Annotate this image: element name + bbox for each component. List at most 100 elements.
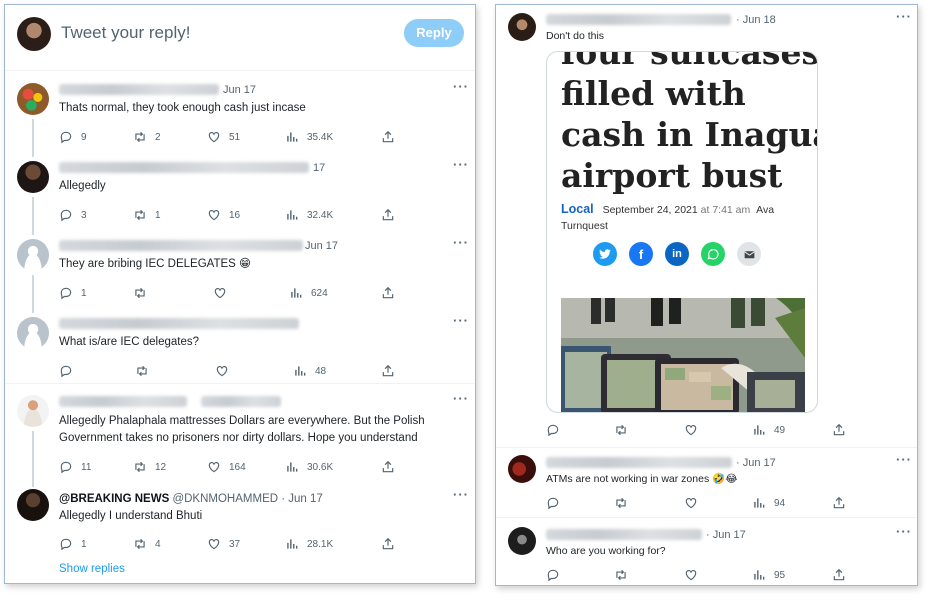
reply-action[interactable] [546,495,568,511]
more-icon[interactable]: ··· [453,391,469,406]
tweet-text: ATMs are not working in war zones 🤣😂 [546,473,738,485]
reply-action[interactable] [546,422,568,438]
avatar[interactable] [508,455,536,483]
tweet-actions: 11 12 164 30.6K [5,459,475,475]
reply-tweet[interactable]: ··· What is/are IEC delegates? 48 [5,311,475,383]
article-byline: Local September 24, 2021 at 7:41 am Ava [561,202,774,216]
like-action[interactable]: 164 [207,459,246,475]
views-action[interactable]: 94 [752,495,785,511]
like-action[interactable] [684,567,706,583]
reply-action[interactable]: 11 [59,459,91,475]
more-icon[interactable]: ··· [453,235,469,250]
views-icon [291,288,302,298]
views-action[interactable]: 35.4K [285,129,333,145]
avatar[interactable] [17,161,49,193]
retweet-action[interactable]: 12 [133,459,166,475]
reply-tweet[interactable]: 17 ··· Allegedly 3 1 16 32.4K [5,155,475,235]
more-icon[interactable]: ··· [453,157,469,172]
retweet-action[interactable] [614,422,636,438]
main-tweet[interactable]: · Jun 18 ··· Don't do this four suitcase… [496,5,917,445]
display-name[interactable]: @BREAKING NEWS [59,493,169,505]
views-action[interactable]: 49 [752,422,785,438]
more-icon[interactable]: ··· [896,452,912,467]
more-icon[interactable]: ··· [453,313,469,328]
retweet-action[interactable]: 1 [133,207,161,223]
retweet-icon [616,569,626,581]
more-icon[interactable]: ··· [453,487,469,502]
reply-tweet[interactable]: ··· Allegedly Phalaphala mattresses Doll… [5,389,475,487]
retweet-action[interactable] [614,495,636,511]
article-author: Ava [756,204,775,216]
share-action[interactable] [381,459,395,475]
like-action[interactable] [684,422,706,438]
share-action[interactable] [381,285,395,301]
tweet-date: · Jun 17 [706,529,746,541]
avatar[interactable] [508,13,536,41]
retweet-action[interactable]: 2 [133,129,161,145]
share-action[interactable] [381,536,395,552]
share-action[interactable] [381,207,395,223]
reply-action[interactable]: 1 [59,536,87,552]
reply-action[interactable]: 3 [59,207,87,223]
share-icon [382,130,394,143]
avatar[interactable] [508,527,536,555]
retweet-action[interactable]: 4 [133,536,161,552]
share-action[interactable] [832,495,846,511]
article-image-card[interactable]: four suitcases filled with cash in Inagu… [546,51,818,413]
retweet-icon [616,424,626,436]
tweet-text: Allegedly I understand Bhuti [59,510,203,522]
reply-icon [60,131,72,144]
handle[interactable]: @DKNMOHAMMED [172,493,278,505]
default-avatar[interactable] [17,239,49,271]
share-action[interactable] [832,567,846,583]
retweet-action[interactable] [133,285,155,301]
reply-action[interactable]: 9 [59,129,87,145]
linkedin-share-icon: in [665,242,689,266]
like-action[interactable] [684,495,706,511]
avatar[interactable] [17,83,49,115]
tweet-text: Allegedly [59,180,106,192]
views-action[interactable]: 28.1K [285,536,333,552]
avatar[interactable] [17,395,49,427]
like-action[interactable]: 37 [207,536,240,552]
like-icon [208,539,220,550]
reply-tweet[interactable]: · Jun 17 ··· Who are you working for? 95 [496,521,917,585]
headline-line: four suitcases [561,51,818,72]
views-action[interactable]: 30.6K [285,459,333,475]
tweet-reply-input[interactable]: Tweet your reply! [61,23,190,43]
retweet-action[interactable] [135,363,157,379]
reply-tweet[interactable]: · Jun 17 ··· ATMs are not working in war… [496,451,917,515]
reply-icon [60,287,72,300]
more-icon[interactable]: ··· [896,9,912,24]
reply-tweet[interactable]: @BREAKING NEWS @DKNMOHAMMED · Jun 17 ···… [5,483,475,559]
more-icon[interactable]: ··· [453,79,469,94]
views-icon [287,210,298,220]
views-action[interactable]: 624 [289,285,328,301]
reply-button[interactable]: Reply [404,19,464,47]
more-icon[interactable]: ··· [896,524,912,539]
reply-tweet[interactable]: Jun 17 ··· They are bribing IEC DELEGATE… [5,233,475,313]
like-action[interactable] [215,363,237,379]
like-action[interactable]: 16 [207,207,240,223]
reply-action[interactable]: 1 [59,285,87,301]
default-avatar[interactable] [17,317,49,349]
share-action[interactable] [832,422,846,438]
share-action[interactable] [381,363,395,379]
views-icon [754,425,765,435]
show-replies-link[interactable]: Show replies [59,563,125,575]
reply-tweet[interactable]: Jun 17 ··· Thats normal, they took enoug… [5,77,475,157]
share-action[interactable] [381,129,395,145]
like-icon [685,425,697,436]
retweet-icon [135,131,145,143]
like-action[interactable]: 51 [207,129,240,145]
views-action[interactable]: 95 [752,567,785,583]
views-action[interactable]: 32.4K [285,207,333,223]
reply-action[interactable] [546,567,568,583]
avatar[interactable] [17,489,49,521]
views-action[interactable]: 48 [293,363,326,379]
divider [496,517,917,518]
retweet-action[interactable] [614,567,636,583]
divider [5,383,475,384]
reply-action[interactable] [59,363,81,379]
like-action[interactable] [213,285,235,301]
